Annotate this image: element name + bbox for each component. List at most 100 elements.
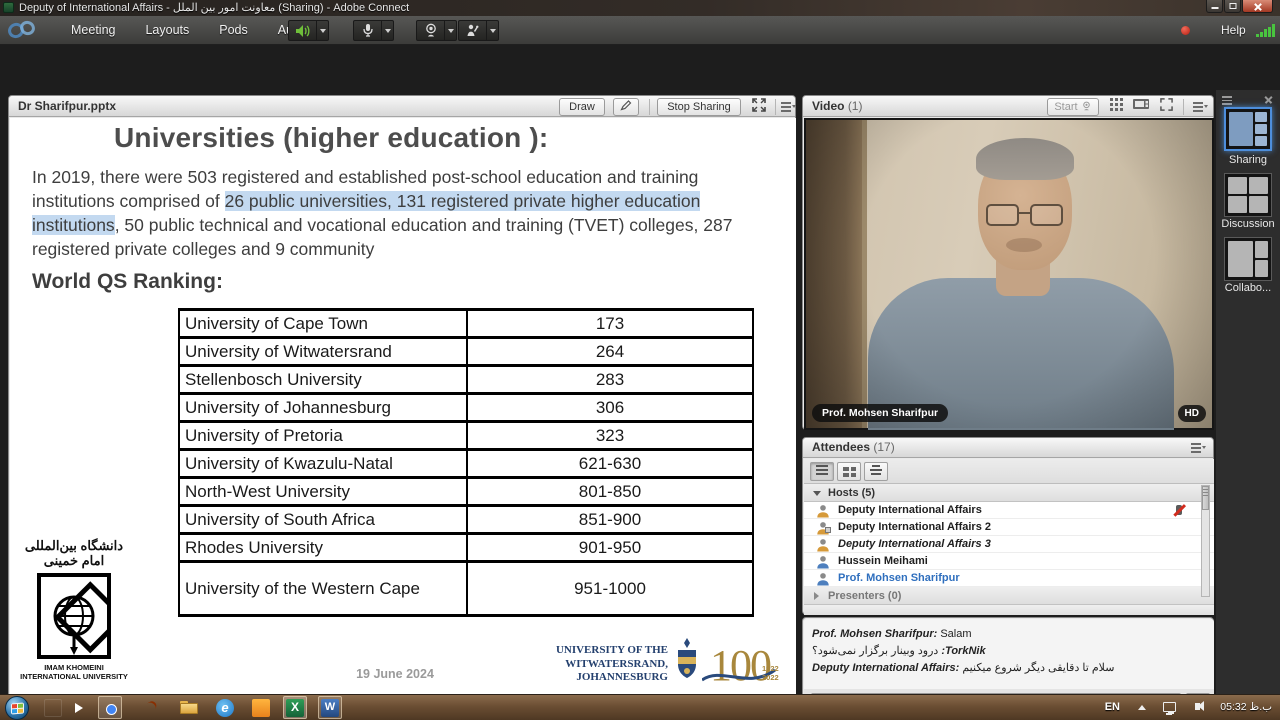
attendees-pod-menu-icon[interactable] bbox=[1191, 443, 1205, 453]
status-view-button[interactable] bbox=[864, 462, 888, 481]
pen-icon bbox=[620, 99, 632, 111]
layout-thumb-collaboration[interactable] bbox=[1224, 237, 1272, 281]
adobe-connect-logo-icon bbox=[8, 21, 42, 40]
start-button[interactable] bbox=[5, 696, 29, 720]
university-name: Stellenbosch University bbox=[179, 366, 467, 394]
speaker-dropdown[interactable] bbox=[317, 20, 329, 41]
layout-label-discussion[interactable]: Discussion bbox=[1216, 218, 1280, 230]
taskbar: e X W EN 05:32 ب.ظ bbox=[0, 694, 1280, 720]
help-menu[interactable]: Help bbox=[1221, 23, 1246, 37]
hosts-group-header[interactable]: Hosts (5) bbox=[804, 484, 1214, 502]
taskbar-app-icon[interactable] bbox=[252, 699, 270, 717]
recording-indicator-icon bbox=[1181, 26, 1190, 35]
ikiu-calligraphy: دانشگاه بین‌المللی امام خمینی bbox=[18, 538, 130, 568]
webcam-scene bbox=[806, 120, 1212, 428]
wits-shield-icon bbox=[674, 638, 700, 689]
layout-label-collaboration[interactable]: Collabo... bbox=[1216, 282, 1280, 294]
start-webcam-button[interactable]: Start bbox=[1047, 98, 1099, 116]
attendees-scrollbar[interactable] bbox=[1201, 485, 1210, 597]
raise-hand-icon bbox=[465, 23, 480, 38]
hidden-icons-arrow[interactable] bbox=[1138, 705, 1146, 710]
language-indicator[interactable]: EN bbox=[1105, 701, 1120, 713]
attendee-name: Deputy International Affairs 3 bbox=[838, 538, 991, 550]
layout-bar-menu-icon[interactable] bbox=[1222, 96, 1234, 104]
university-name: University of Kwazulu-Natal bbox=[179, 450, 467, 478]
fullscreen-icon bbox=[752, 98, 766, 112]
attendees-toolbar bbox=[804, 459, 1214, 484]
fullscreen-button[interactable] bbox=[747, 98, 771, 116]
minimize-button[interactable] bbox=[1206, 0, 1223, 13]
webcam-dropdown[interactable] bbox=[445, 20, 457, 41]
attendee-row[interactable]: Hussein Meihami bbox=[804, 553, 1214, 570]
chat-sender: Prof. Mohsen Sharifpur: bbox=[812, 628, 937, 640]
taskbar-chrome-window[interactable] bbox=[98, 696, 122, 719]
presenters-group-header[interactable]: Presenters (0) bbox=[804, 587, 1214, 605]
taskbar-clock[interactable]: 05:32 ب.ظ bbox=[1220, 701, 1272, 713]
layout-thumb-sharing[interactable] bbox=[1224, 107, 1272, 151]
attendee-row[interactable]: Deputy International Affairs 2 bbox=[804, 519, 1214, 536]
speaker-button[interactable] bbox=[288, 20, 317, 41]
collapse-arrow-icon bbox=[813, 491, 821, 496]
annotation-pointer-button[interactable] bbox=[613, 98, 639, 116]
raise-hand-button[interactable] bbox=[458, 20, 487, 41]
attendee-row[interactable]: Deputy International Affairs bbox=[804, 502, 1214, 519]
close-button[interactable] bbox=[1242, 0, 1273, 13]
taskbar-pinned-icon[interactable] bbox=[44, 699, 62, 717]
menu-pods[interactable]: Pods bbox=[204, 16, 263, 45]
connection-signal-icon[interactable] bbox=[1256, 24, 1275, 37]
stop-sharing-button[interactable]: Stop Sharing bbox=[657, 98, 741, 116]
taskbar-ie-icon[interactable]: e bbox=[216, 699, 234, 717]
mic-button[interactable] bbox=[353, 20, 382, 41]
slide-title: Universities (higher education ): bbox=[114, 122, 548, 154]
filmstrip-view-button[interactable] bbox=[1129, 98, 1153, 116]
breakout-icon bbox=[843, 467, 856, 477]
share-pod-menu-icon[interactable] bbox=[781, 102, 795, 112]
draw-button[interactable]: Draw bbox=[559, 98, 605, 116]
table-row: University of Johannesburg306 bbox=[179, 394, 753, 422]
attendee-name: Hussein Meihami bbox=[838, 555, 928, 567]
participants-group-header[interactable]: Participants bbox=[804, 605, 1214, 615]
attendees-count: (17) bbox=[873, 440, 894, 454]
speaker-control bbox=[288, 20, 329, 41]
wits-years: 1922 2022 bbox=[762, 664, 779, 682]
menu-layouts[interactable]: Layouts bbox=[130, 16, 204, 45]
video-fullscreen-button[interactable] bbox=[1155, 98, 1177, 116]
layout-label-sharing[interactable]: Sharing bbox=[1216, 154, 1280, 166]
mic-icon bbox=[362, 23, 374, 38]
table-row: North-West University801-850 bbox=[179, 478, 753, 506]
layout-bar-close-icon[interactable] bbox=[1264, 95, 1273, 104]
network-icon[interactable] bbox=[1163, 702, 1176, 712]
filmstrip-icon bbox=[1133, 98, 1149, 110]
breakout-view-button[interactable] bbox=[837, 462, 861, 481]
university-name: University of Pretoria bbox=[179, 422, 467, 450]
excel-glyph: X bbox=[291, 700, 299, 714]
webcam-button[interactable] bbox=[416, 20, 445, 41]
attendees-title-text: Attendees bbox=[812, 440, 870, 454]
taskbar-excel-window[interactable]: X bbox=[283, 696, 307, 719]
mic-dropdown[interactable] bbox=[382, 20, 394, 41]
main-menu: Meeting Layouts Pods Audio bbox=[56, 16, 325, 45]
university-rank: 306 bbox=[467, 394, 753, 422]
menu-meeting[interactable]: Meeting bbox=[56, 16, 130, 45]
chat-sender: TorkNik: bbox=[941, 645, 985, 657]
scrollbar-thumb[interactable] bbox=[1202, 486, 1209, 510]
restore-button[interactable] bbox=[1224, 0, 1241, 13]
layout-bar: Sharing Discussion Collabo... bbox=[1216, 90, 1280, 720]
list-view-button[interactable] bbox=[810, 462, 834, 481]
attendee-name: Deputy International Affairs bbox=[838, 504, 982, 516]
volume-icon[interactable] bbox=[1195, 703, 1200, 710]
layout-thumb-discussion[interactable] bbox=[1224, 173, 1272, 217]
attendee-row[interactable]: Prof. Mohsen Sharifpur bbox=[804, 570, 1214, 587]
start-webcam-label: Start bbox=[1054, 101, 1077, 113]
taskbar-word-window[interactable]: W bbox=[318, 696, 342, 719]
host-role-icon bbox=[816, 504, 830, 518]
attendees-list: Hosts (5) Deputy International Affairs D… bbox=[804, 484, 1214, 615]
grid-view-button[interactable] bbox=[1105, 98, 1127, 116]
table-row: University of the Western Cape951-1000 bbox=[179, 562, 753, 616]
attendee-row[interactable]: Deputy International Affairs 3 bbox=[804, 536, 1214, 553]
university-rank: 951-1000 bbox=[467, 562, 753, 616]
video-pod-menu-icon[interactable] bbox=[1193, 102, 1207, 112]
university-rank: 851-900 bbox=[467, 506, 753, 534]
attendees-pod-title: Attendees (17) bbox=[812, 440, 895, 454]
status-dropdown[interactable] bbox=[487, 20, 499, 41]
